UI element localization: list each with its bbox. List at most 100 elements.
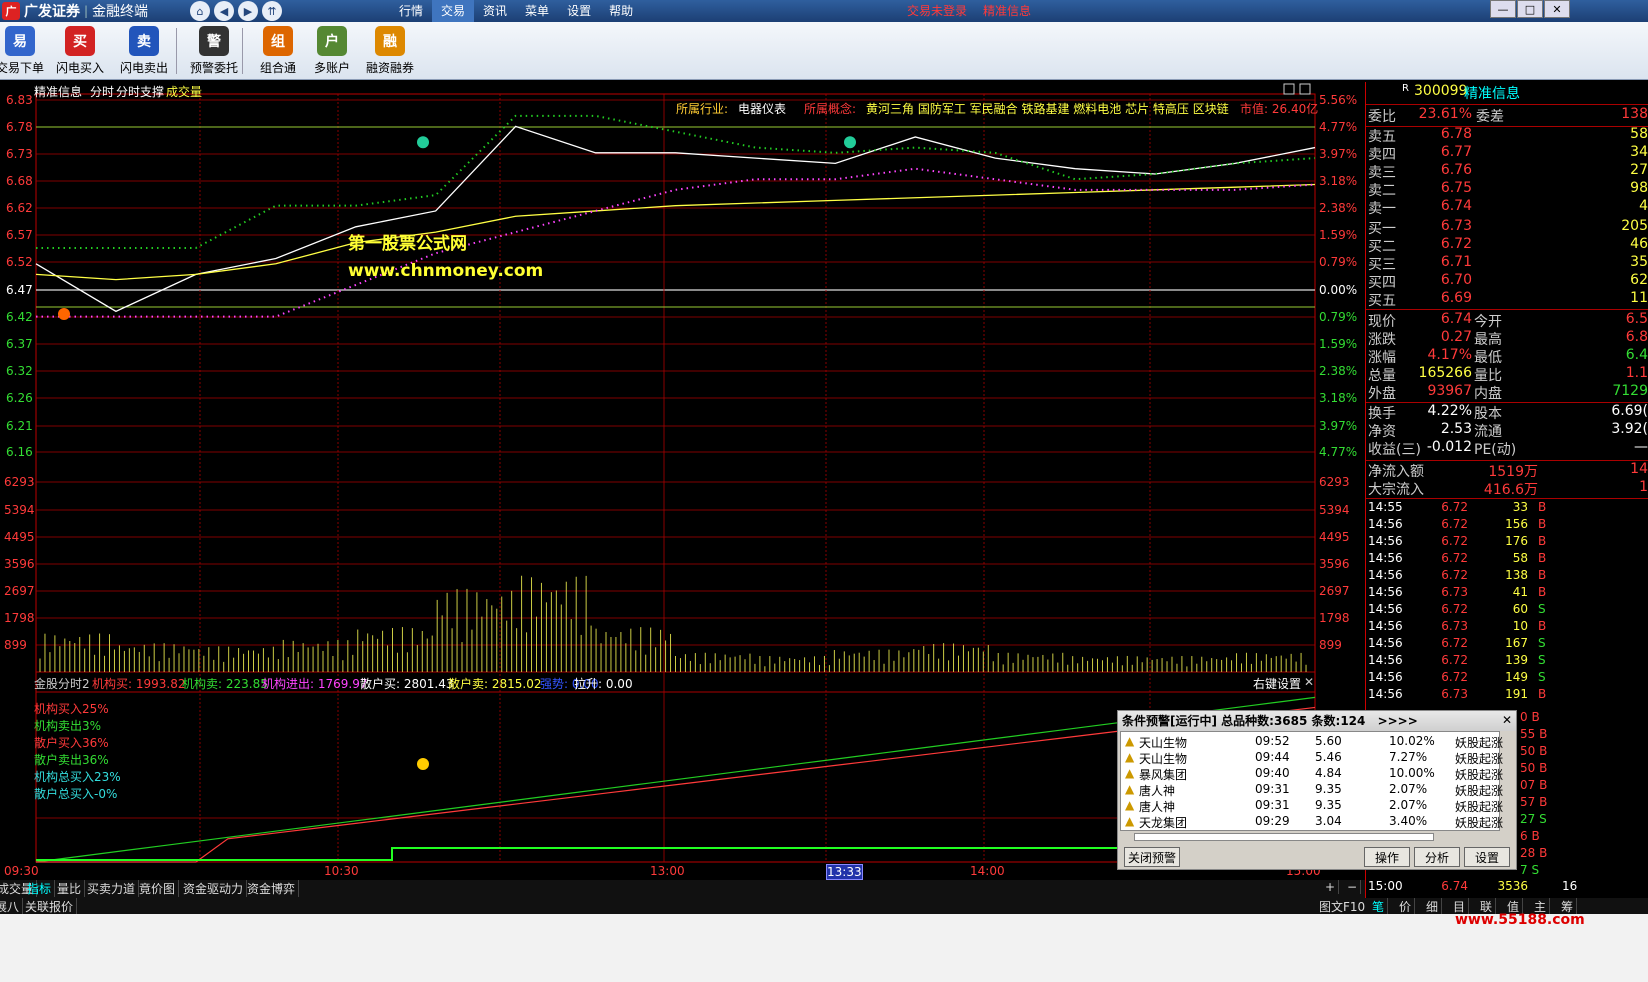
volume-tick-label-right: 6293 [1319, 475, 1350, 489]
toolbar-label: 组合通 [259, 61, 296, 75]
panel-divider [1366, 104, 1648, 105]
alert-price: 9.35 [1315, 782, 1342, 796]
menu-item-1[interactable]: 交易 [432, 0, 475, 22]
up-arrow-icon: ▲ [1125, 798, 1135, 812]
tick-row: 14:56 6.73 191 B [1368, 687, 1547, 701]
time-tick-label: 14:00 [970, 864, 1005, 878]
expand-icon[interactable] [1283, 83, 1295, 95]
toolbar-separator [242, 28, 243, 74]
bottom-link-1[interactable]: 关联报价 [22, 898, 78, 915]
toolbar-label: 闪电买入 [55, 61, 104, 75]
price-tick-label: 6.26 [6, 391, 33, 405]
horizontal-scrollbar[interactable] [1134, 833, 1434, 841]
toolbar-button-3[interactable]: 警预警委托 [182, 26, 246, 78]
industry-value: 电器仪表 [738, 102, 787, 116]
toolbar-label: 交易下单 [0, 61, 44, 75]
alert-pct: 7.27% [1389, 750, 1428, 764]
minimize-icon[interactable]: — [1490, 0, 1516, 18]
close-indicator-icon[interactable]: ✕ [1304, 675, 1314, 689]
last-tick-row: 15:00 6.74 3536 16 [1368, 879, 1578, 893]
f10-button[interactable]: 图文F10 [1316, 898, 1370, 915]
indicator-tab-3[interactable]: 买卖力道 [84, 880, 140, 897]
quote-tab-0[interactable]: 笔 [1369, 898, 1389, 915]
window-controls: — □ ✕ [1490, 0, 1571, 18]
menu-item-5[interactable]: 帮助 [600, 0, 642, 22]
alert-row[interactable]: ▲ 唐人神 09:31 9.35 2.07% 妖股起涨 [1121, 782, 1503, 798]
price-tick-label: 6.83 [6, 93, 33, 107]
toolbar-button-5[interactable]: 户多账户 [300, 26, 364, 78]
menu-item-4[interactable]: 设置 [558, 0, 600, 22]
indicator-header-2: 机构卖: 223.85 [182, 677, 268, 691]
close-icon[interactable]: ✕ [1502, 713, 1512, 727]
toolbar-button-1[interactable]: 买闪电买入 [48, 26, 112, 78]
indicator-tab-6[interactable]: 资金博弈 [244, 880, 300, 897]
right-click-settings[interactable]: 右键设置 [1253, 675, 1301, 692]
quote-tab-2[interactable]: 细 [1423, 898, 1443, 915]
alert-time: 09:29 [1255, 814, 1290, 828]
tick-row: 14:56 6.72 149 S [1368, 670, 1546, 684]
indicator-tab-4[interactable]: 竟价图 [136, 880, 180, 897]
alert-pct: 10.02% [1389, 734, 1435, 748]
gf-logo-icon: 广 [2, 2, 20, 20]
indicator-tab-5[interactable]: 资金驱动力 [180, 880, 248, 897]
menu-item-0[interactable]: 行情 [390, 0, 432, 22]
bottom-link-0[interactable]: 展八 [0, 898, 24, 915]
alert-row[interactable]: ▲ 天山生物 09:44 5.46 7.27% 妖股起涨 [1121, 750, 1503, 766]
close-alert-button[interactable]: 关闭预警 [1124, 847, 1180, 867]
toolbar-button-0[interactable]: 易交易下单 [0, 26, 52, 78]
indicator-tab-2[interactable]: 量比 [54, 880, 86, 897]
stat2-row: 收益(三) -0.012 PE(动) — [1368, 439, 1648, 458]
ask-row: 卖三 6.76 27 [1368, 162, 1648, 181]
volume-tick-label: 2697 [4, 584, 35, 598]
pct-tick-label: 4.77% [1319, 120, 1358, 134]
toolbar-button-6[interactable]: 融融资融券 [358, 26, 422, 78]
up-arrow-icon: ▲ [1125, 734, 1135, 748]
alert-price: 5.46 [1315, 750, 1342, 764]
alert-row[interactable]: ▲ 天山生物 09:52 5.60 10.02% 妖股起涨 [1121, 734, 1503, 750]
price-tick-label: 6.78 [6, 120, 33, 134]
price-tick-label: 6.16 [6, 445, 33, 459]
time-tick-label: 13:33 [826, 864, 863, 880]
alert-tag: 妖股起涨 [1455, 800, 1504, 814]
maximize-icon[interactable]: □ [1517, 0, 1543, 18]
up-arrow-icon: ▲ [1125, 782, 1135, 796]
menu-item-2[interactable]: 资讯 [474, 0, 516, 22]
stock-status[interactable]: 精准信息 [983, 0, 1031, 22]
tick-row: 14:56 6.72 176 B [1368, 534, 1547, 548]
chart-tab-1[interactable]: 分时 [90, 83, 114, 100]
forward-icon[interactable]: ▶ [238, 1, 258, 21]
close-panel-icon[interactable] [1299, 83, 1311, 95]
toolbar-label: 多账户 [313, 61, 350, 75]
zoom-in-icon[interactable]: + [1322, 880, 1340, 894]
quote-tab-1[interactable]: 价 [1396, 898, 1416, 915]
alert-row[interactable]: ▲ 天龙集团 09:29 3.04 3.40% 妖股起涨 [1121, 814, 1503, 830]
collapse-icon[interactable]: ⇈ [262, 1, 282, 21]
volume-tick-label-right: 4495 [1319, 530, 1350, 544]
stat2-row: 净资 2.53 流通 3.92( [1368, 421, 1648, 440]
home-icon[interactable]: ⌂ [190, 1, 210, 21]
pct-tick-label: 4.77% [1319, 445, 1358, 459]
toolbar-button-2[interactable]: 卖闪电卖出 [112, 26, 176, 78]
menu-item-3[interactable]: 菜单 [516, 0, 558, 22]
bid-row: 买一 6.73 205 [1368, 218, 1648, 237]
close-icon[interactable]: ✕ [1544, 0, 1570, 18]
operate-button[interactable]: 操作 [1364, 847, 1410, 867]
chart-tab-3[interactable]: 成交量 [166, 83, 202, 100]
nav-controls: ⌂ ◀ ▶ ⇈ [190, 1, 282, 21]
trade-status[interactable]: 交易未登录 [907, 0, 967, 22]
zoom-out-icon[interactable]: − [1344, 880, 1362, 894]
trade-order-icon: 易 [5, 26, 35, 56]
indicator-tab-1[interactable]: 指标 [24, 880, 56, 897]
alert-row[interactable]: ▲ 唐人神 09:31 9.35 2.07% 妖股起涨 [1121, 798, 1504, 814]
title-bar: 广 广发证券 | 金融终端 ⌂ ◀ ▶ ⇈ 行情 交易 资讯 菜单 设置 帮助 交易未登录… [0, 0, 1648, 22]
analyze-button[interactable]: 分析 [1414, 847, 1460, 867]
alert-row[interactable]: ▲ 暴风集团 09:40 4.84 10.00% 妖股起涨 [1121, 766, 1503, 782]
chart-tab-2[interactable]: 分时支撑 [116, 83, 164, 100]
chart-tab-0[interactable]: 精准信息 [34, 83, 82, 100]
settings-button[interactable]: 设置 [1464, 847, 1510, 867]
back-icon[interactable]: ◀ [214, 1, 234, 21]
alert-time: 09:31 [1255, 798, 1290, 812]
brand-name: 广发证券 [24, 4, 80, 20]
alert-time: 09:52 [1255, 734, 1290, 748]
alert-pct: 3.40% [1389, 814, 1428, 828]
